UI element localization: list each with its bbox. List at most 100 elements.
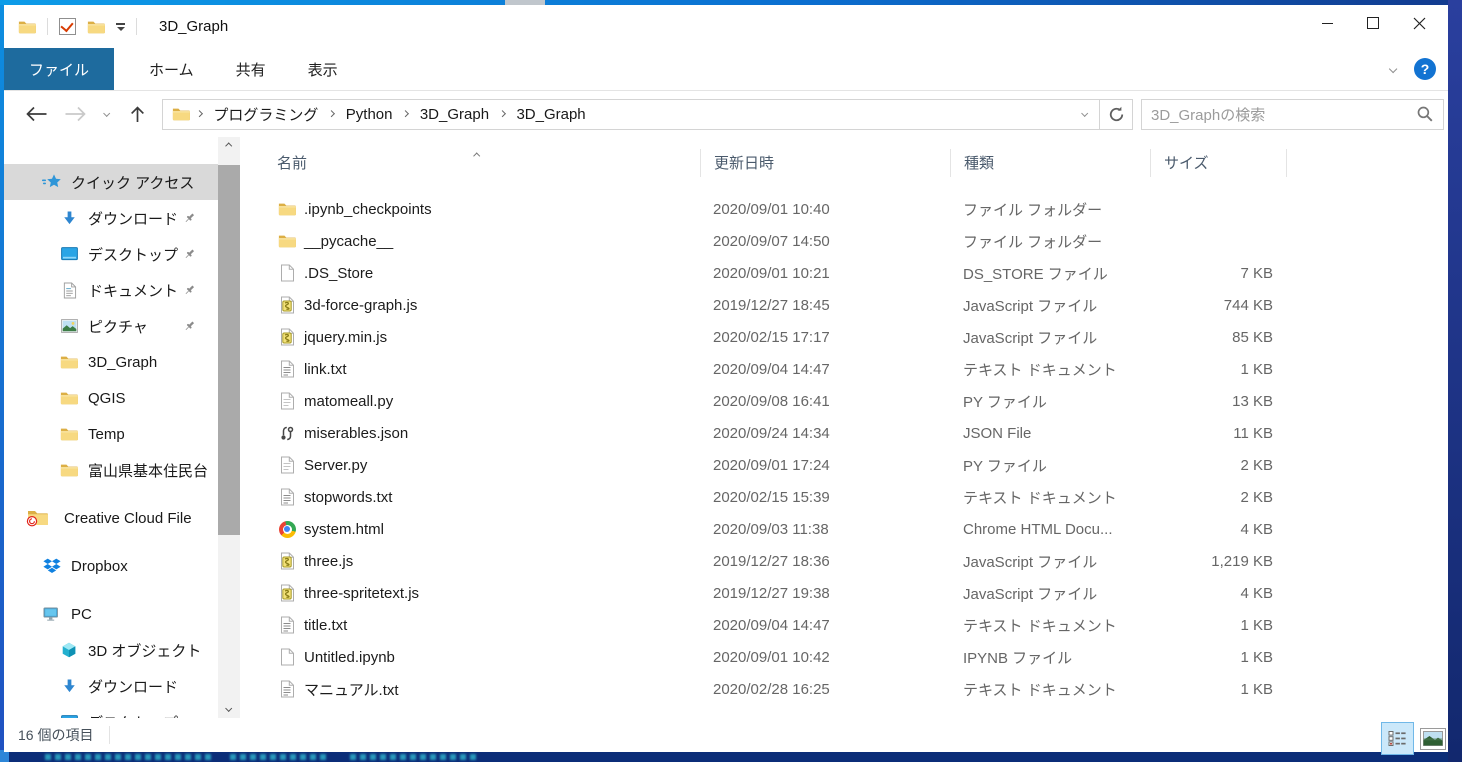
sidebar-item-creative-cloud-files[interactable]: Creative Cloud File: [4, 500, 218, 536]
file-row[interactable]: matomeall.py2020/09/08 16:41PY ファイル13 KB: [240, 385, 1448, 417]
column-header-date[interactable]: 更新日時: [700, 149, 950, 177]
file-name: system.html: [304, 521, 384, 538]
sidebar-item-label: 3D_Graph: [88, 354, 218, 371]
maximize-icon: [1367, 17, 1379, 29]
checkbox-icon[interactable]: [59, 18, 76, 35]
search-icon[interactable]: [1416, 105, 1434, 123]
refresh-button[interactable]: [1100, 100, 1132, 129]
pin-icon: [179, 320, 199, 333]
sidebar-item-downloads-pc[interactable]: ダウンロード: [4, 668, 218, 704]
recent-locations-chevron-icon[interactable]: [94, 111, 120, 116]
sidebar-item-pictures-quick[interactable]: ピクチャ: [4, 308, 218, 344]
status-bar-divider: [109, 726, 110, 744]
sidebar-scrollbar[interactable]: [218, 137, 240, 718]
file-name-cell: .ipynb_checkpoints: [240, 201, 700, 218]
file-row[interactable]: __pycache__2020/09/07 14:50ファイル フォルダー: [240, 225, 1448, 257]
search-box[interactable]: 3D_Graphの検索: [1141, 99, 1444, 130]
file-list: .ipynb_checkpoints2020/09/01 10:40ファイル フ…: [240, 193, 1448, 705]
navigation-bar: プログラミング Python 3D_Graph 3D_Graph 3D_Graphの検…: [4, 91, 1448, 137]
expand-ribbon-chevron-icon[interactable]: [1389, 65, 1398, 74]
file-row[interactable]: three-spritetext.js2019/12/27 19:38JavaS…: [240, 577, 1448, 609]
breadcrumb-segment-2[interactable]: 3D_Graph: [411, 106, 498, 123]
sidebar-item-3d-graph[interactable]: 3D_Graph: [4, 344, 218, 380]
column-header-type[interactable]: 種類: [950, 149, 1150, 177]
file-name: 3d-force-graph.js: [304, 297, 417, 314]
maximize-button[interactable]: [1350, 5, 1396, 41]
sidebar-item-desktop-quick[interactable]: デスクトップ: [4, 236, 218, 272]
breadcrumb-segment-0[interactable]: プログラミング: [204, 104, 327, 125]
file-type-cell: テキスト ドキュメント: [950, 359, 1150, 380]
sidebar-item-3d-objects[interactable]: 3D オブジェクト: [4, 632, 218, 668]
scroll-down-button[interactable]: [218, 700, 240, 718]
breadcrumb-segment-3[interactable]: 3D_Graph: [507, 106, 594, 123]
js-icon: [277, 584, 297, 602]
file-name-cell: Server.py: [240, 456, 700, 474]
file-size-cell: 1 KB: [1150, 649, 1287, 666]
details-view-icon: [1388, 730, 1407, 747]
scrollbar-thumb[interactable]: [218, 165, 240, 535]
file-size-cell: 1 KB: [1150, 361, 1287, 378]
sidebar-item-label: Dropbox: [71, 558, 218, 575]
file-date-cell: 2020/09/01 17:24: [700, 457, 950, 474]
txt-icon: [277, 360, 297, 378]
file-row[interactable]: title.txt2020/09/04 14:47テキスト ドキュメント1 KB: [240, 609, 1448, 641]
breadcrumb-segment-1[interactable]: Python: [337, 106, 402, 123]
file-row[interactable]: Untitled.ipynb2020/09/01 10:42IPYNB ファイル…: [240, 641, 1448, 673]
scroll-up-button[interactable]: [218, 137, 240, 155]
ribbon-tab-home[interactable]: ホーム: [128, 48, 215, 90]
column-header-name[interactable]: 名前: [240, 149, 700, 177]
column-header-size[interactable]: サイズ: [1150, 149, 1287, 177]
details-view-button[interactable]: [1381, 722, 1414, 755]
file-row[interactable]: 3d-force-graph.js2019/12/27 18:45JavaScr…: [240, 289, 1448, 321]
ribbon-tab-share[interactable]: 共有: [215, 48, 287, 90]
file-row[interactable]: link.txt2020/09/04 14:47テキスト ドキュメント1 KB: [240, 353, 1448, 385]
sidebar-item-temp[interactable]: Temp: [4, 416, 218, 452]
file-row[interactable]: miserables.json2020/09/24 14:34JSON File…: [240, 417, 1448, 449]
sidebar-item-toyama[interactable]: 富山県基本住民台: [4, 452, 218, 488]
py-icon: [277, 392, 297, 410]
address-history-chevron-icon[interactable]: [1071, 100, 1099, 129]
pc-monitor-icon: [42, 607, 62, 622]
address-bar[interactable]: プログラミング Python 3D_Graph 3D_Graph: [162, 99, 1133, 130]
file-row[interactable]: マニュアル.txt2020/02/28 16:25テキスト ドキュメント1 KB: [240, 673, 1448, 705]
file-name-cell: three-spritetext.js: [240, 584, 700, 602]
explorer-window: 3D_Graph ファイルホーム共有表示 ? プログラミングPyt: [4, 5, 1448, 752]
sidebar-item-documents-quick[interactable]: ドキュメント: [4, 272, 218, 308]
file-row[interactable]: system.html2020/09/03 11:38Chrome HTML D…: [240, 513, 1448, 545]
ribbon-tab-file[interactable]: ファイル: [4, 48, 114, 90]
file-row[interactable]: .ipynb_checkpoints2020/09/01 10:40ファイル フ…: [240, 193, 1448, 225]
sidebar-item-label: 富山県基本住民台: [88, 460, 218, 481]
file-row[interactable]: .DS_Store2020/09/01 10:21DS_STORE ファイル7 …: [240, 257, 1448, 289]
file-row[interactable]: Server.py2020/09/01 17:24PY ファイル2 KB: [240, 449, 1448, 481]
file-row[interactable]: three.js2019/12/27 18:36JavaScript ファイル1…: [240, 545, 1448, 577]
ribbon-tab-view[interactable]: 表示: [287, 48, 359, 90]
file-row[interactable]: stopwords.txt2020/02/15 15:39テキスト ドキュメント…: [240, 481, 1448, 513]
sidebar-item-label: PC: [71, 606, 218, 623]
help-button[interactable]: ?: [1414, 58, 1436, 80]
file-date-cell: 2020/09/03 11:38: [700, 521, 950, 538]
file-type-cell: PY ファイル: [950, 455, 1150, 476]
folder-icon[interactable]: [18, 19, 36, 35]
large-icons-view-button[interactable]: [1420, 728, 1446, 750]
file-size-cell: 4 KB: [1150, 521, 1287, 538]
sidebar-item-downloads-quick[interactable]: ダウンロード: [4, 200, 218, 236]
sidebar-item-quick-access[interactable]: クイック アクセス: [4, 164, 218, 200]
up-button[interactable]: [120, 106, 154, 123]
file-date-cell: 2020/09/24 14:34: [700, 425, 950, 442]
creative-cloud-folder-icon: [22, 509, 52, 527]
customize-toolbar-caret-icon[interactable]: [116, 23, 125, 31]
sidebar-item-desktop-pc[interactable]: デスクトップ: [4, 704, 218, 718]
folder-icon[interactable]: [87, 19, 105, 35]
close-button[interactable]: [1396, 5, 1442, 41]
toolbar-separator: [136, 18, 137, 35]
back-button[interactable]: [18, 106, 56, 122]
minimize-button[interactable]: [1304, 5, 1350, 41]
file-name: __pycache__: [304, 233, 393, 250]
file-type-cell: テキスト ドキュメント: [950, 615, 1150, 636]
sidebar-item-pc[interactable]: PC: [4, 596, 218, 632]
sidebar-item-dropbox[interactable]: Dropbox: [4, 548, 218, 584]
sidebar-item-qgis[interactable]: QGIS: [4, 380, 218, 416]
txt-icon: [277, 488, 297, 506]
forward-button[interactable]: [56, 106, 94, 122]
file-row[interactable]: jquery.min.js2020/02/15 17:17JavaScript …: [240, 321, 1448, 353]
